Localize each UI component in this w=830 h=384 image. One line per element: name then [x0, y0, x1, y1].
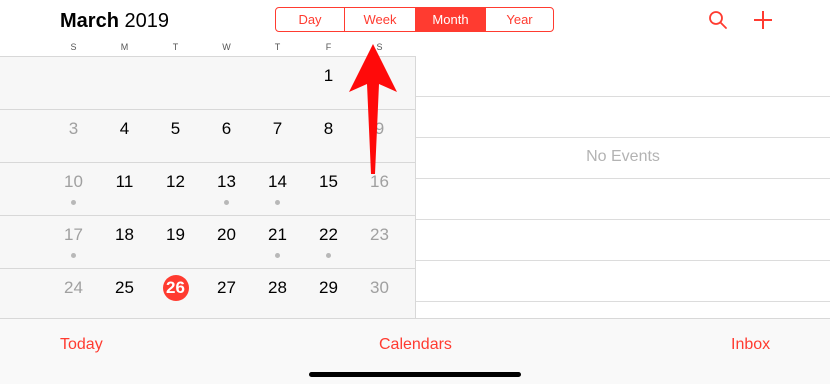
date-number: 15	[319, 172, 338, 191]
day-view-button[interactable]: Day	[276, 8, 345, 31]
pointer-arrow-icon	[349, 44, 397, 174]
weekday-label: S	[70, 42, 77, 52]
date-number: 26	[162, 275, 189, 301]
year-label: 2019	[124, 10, 169, 32]
date-cell[interactable]: 13	[201, 163, 252, 215]
date-number: 24	[64, 278, 83, 297]
event-dot-icon	[71, 253, 76, 258]
date-number	[61, 63, 87, 89]
divider	[416, 178, 830, 179]
date-number: 28	[268, 278, 287, 297]
date-number: 10	[64, 172, 83, 191]
today-button[interactable]: Today	[60, 336, 103, 354]
weekday-label: T	[274, 42, 281, 52]
date-number: 22	[319, 225, 338, 244]
date-cell[interactable]: 20	[201, 216, 252, 268]
date-number: 8	[323, 119, 334, 138]
date-number: 30	[370, 278, 389, 297]
date-number	[214, 63, 240, 89]
date-number: 19	[166, 225, 185, 244]
weekday-label: W	[222, 42, 231, 52]
date-number: 17	[64, 225, 83, 244]
home-indicator[interactable]	[309, 372, 521, 377]
inbox-button[interactable]: Inbox	[731, 336, 770, 354]
date-cell[interactable]: 23	[354, 216, 405, 268]
week-view-button[interactable]: Week	[345, 8, 416, 31]
date-cell[interactable]: 21	[252, 216, 303, 268]
date-cell[interactable]: 6	[201, 110, 252, 162]
date-number: 27	[217, 278, 236, 297]
date-number: 20	[217, 225, 236, 244]
add-icon[interactable]	[752, 9, 774, 31]
today-date-cell[interactable]: 26	[150, 269, 201, 321]
date-cell	[252, 57, 303, 109]
date-number	[265, 63, 291, 89]
date-cell[interactable]: 12	[150, 163, 201, 215]
date-number: 6	[221, 119, 232, 138]
date-number: 13	[217, 172, 236, 191]
event-dot-icon	[275, 200, 280, 205]
date-cell	[150, 57, 201, 109]
date-number: 21	[268, 225, 287, 244]
divider	[416, 96, 830, 97]
date-number	[112, 63, 138, 89]
divider	[416, 301, 830, 302]
date-cell[interactable]: 5	[150, 110, 201, 162]
search-icon[interactable]	[707, 9, 729, 31]
date-cell	[48, 57, 99, 109]
date-number: 12	[166, 172, 185, 191]
date-cell[interactable]: 4	[99, 110, 150, 162]
events-list: No Events	[416, 56, 830, 318]
event-dot-icon	[71, 200, 76, 205]
divider	[416, 260, 830, 261]
date-cell[interactable]: 11	[99, 163, 150, 215]
calendars-button[interactable]: Calendars	[379, 336, 452, 354]
divider	[416, 137, 830, 138]
date-cell	[99, 57, 150, 109]
date-cell[interactable]: 24	[48, 269, 99, 321]
date-cell[interactable]: 30	[354, 269, 405, 321]
date-cell[interactable]: 19	[150, 216, 201, 268]
month-title: March 2019	[60, 8, 169, 34]
date-number: 29	[319, 278, 338, 297]
date-cell[interactable]: 28	[252, 269, 303, 321]
date-cell	[201, 57, 252, 109]
year-view-button[interactable]: Year	[486, 8, 553, 31]
date-number: 4	[119, 119, 130, 138]
event-dot-icon	[326, 253, 331, 258]
month-view-button[interactable]: Month	[416, 8, 486, 31]
date-number: 25	[115, 278, 134, 297]
date-number: 7	[272, 119, 283, 138]
weekday-label: T	[172, 42, 179, 52]
date-number	[163, 63, 189, 89]
date-number: 3	[68, 119, 79, 138]
date-cell[interactable]: 22	[303, 216, 354, 268]
date-number: 5	[170, 119, 181, 138]
no-events-label: No Events	[586, 148, 660, 165]
view-switcher: Day Week Month Year	[275, 7, 554, 32]
date-number: 14	[268, 172, 287, 191]
week-row: 17 18 19 20 21 22 23	[0, 216, 416, 269]
event-dot-icon	[224, 200, 229, 205]
date-cell[interactable]: 18	[99, 216, 150, 268]
week-row: 24 25 26 27 28 29 30	[0, 269, 416, 322]
month-name: March	[60, 10, 119, 32]
date-number: 1	[323, 66, 334, 85]
divider	[416, 219, 830, 220]
date-number: 11	[115, 172, 134, 191]
date-cell[interactable]: 10	[48, 163, 99, 215]
date-cell[interactable]: 14	[252, 163, 303, 215]
event-dot-icon	[275, 253, 280, 258]
weekday-label: M	[120, 42, 129, 52]
date-cell[interactable]: 25	[99, 269, 150, 321]
date-number: 23	[370, 225, 389, 244]
date-cell[interactable]: 27	[201, 269, 252, 321]
date-number: 18	[115, 225, 134, 244]
date-cell[interactable]: 29	[303, 269, 354, 321]
date-cell[interactable]: 3	[48, 110, 99, 162]
date-cell[interactable]: 7	[252, 110, 303, 162]
date-cell[interactable]: 17	[48, 216, 99, 268]
